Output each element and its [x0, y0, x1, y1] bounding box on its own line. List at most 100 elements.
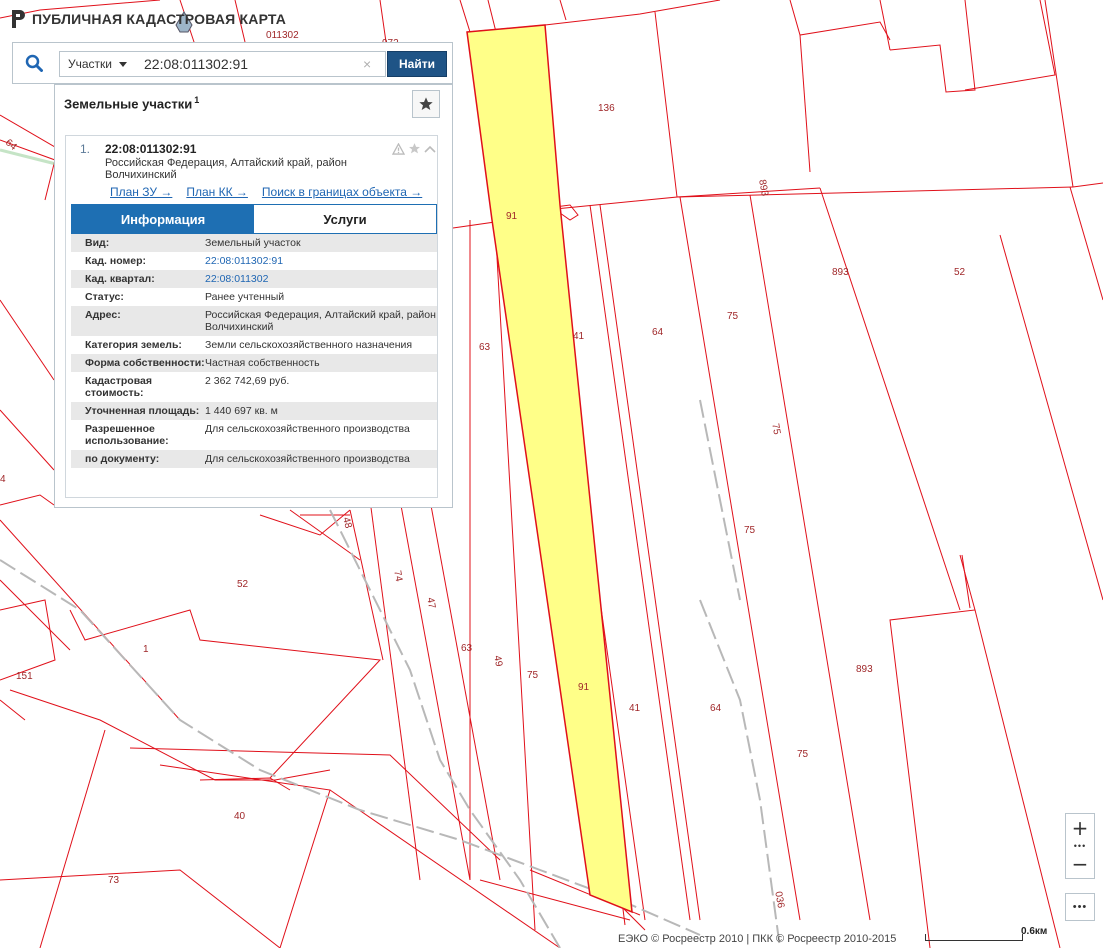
plot-label: 41 — [573, 331, 585, 342]
cad-number-link[interactable]: 22:08:011302:91 — [205, 252, 437, 270]
quarter-label: 011302 — [266, 30, 299, 41]
favorites-button[interactable] — [412, 90, 440, 118]
chevron-up-icon[interactable] — [424, 144, 436, 154]
plot-label: 64 — [710, 703, 722, 714]
plot-label: 1 — [143, 644, 149, 655]
search-icon[interactable] — [13, 43, 55, 83]
table-row: по документу: Для сельскохозяйственного п… — [71, 450, 437, 468]
search-bar: Участки × Найти — [12, 42, 453, 84]
result-address: Российская Федерация, Алтайский край, ра… — [105, 157, 347, 181]
star-icon[interactable] — [408, 142, 421, 155]
result-index: 1. — [80, 142, 91, 156]
plot-label: 75 — [527, 670, 539, 681]
plot-label: 52 — [954, 267, 966, 278]
more-tools-button[interactable]: ••• — [1065, 893, 1095, 921]
plot-label: 893 — [832, 267, 849, 278]
zoom-control: + ••• − — [1065, 813, 1095, 879]
results-panel: Земельные участки 1 1. 22:08:011302:91 Ро… — [54, 84, 453, 508]
plot-label: 91 — [506, 211, 518, 222]
table-row: Кад. квартал: 22:08:011302 — [71, 270, 437, 288]
plot-label: 63 — [461, 643, 473, 654]
zoom-dots: ••• — [1073, 841, 1087, 851]
app-title: ПУБЛИЧНАЯ КАДАСТРОВАЯ КАРТА — [32, 11, 287, 27]
search-within-link[interactable]: Поиск в границах объекта → — [262, 185, 422, 199]
plan-zu-link[interactable]: План ЗУ → — [110, 185, 172, 199]
attribution: ЕЭКО © Росреестр 2010 | ПКК © Росреестр … — [618, 933, 897, 945]
chevron-down-icon — [119, 62, 127, 67]
field-label: Кад. квартал: — [85, 273, 155, 285]
zoom-in-button[interactable]: + — [1066, 814, 1094, 842]
tab-information[interactable]: Информация — [72, 205, 254, 233]
field-value: Для сельскохозяйственного производства — [205, 453, 410, 465]
plot-label: 75 — [744, 525, 756, 536]
plot-label: 91 — [578, 682, 590, 693]
field-label: Категория земель: — [85, 339, 182, 351]
plot-label: 52 — [237, 579, 249, 590]
field-value: 2 362 742,69 руб. — [205, 375, 290, 387]
field-label: Адрес: — [85, 309, 121, 321]
field-value: Частная собственность — [205, 357, 320, 369]
field-value: Для сельскохозяйственного производства — [205, 423, 410, 435]
plot-label: 75 — [769, 423, 782, 436]
warning-icon[interactable] — [392, 142, 405, 155]
plot-label: 136 — [598, 103, 615, 114]
plot-label: 40 — [234, 811, 246, 822]
plot-label: 73 — [108, 875, 120, 886]
star-icon — [419, 97, 433, 110]
zoom-out-button[interactable]: − — [1066, 850, 1094, 878]
result-cad-number[interactable]: 22:08:011302:91 — [105, 142, 196, 156]
plot-label: 74 — [391, 570, 404, 583]
field-label: Разрешенное использование: — [85, 423, 169, 447]
table-row: Разрешенное использование: Для сельскохоз… — [71, 420, 437, 450]
table-row: Кад. номер: 22:08:011302:91 — [71, 252, 437, 270]
table-row: Форма собственности: Частная собственност… — [71, 354, 437, 372]
field-value: Земли сельскохозяйственного назначения — [205, 339, 413, 351]
table-row: Уточненная площадь: 1 440 697 кв. м — [71, 402, 437, 420]
field-value: 1 440 697 кв. м — [205, 405, 278, 417]
field-label: Кадастровая стоимость: — [85, 375, 152, 399]
table-row: Адрес: Российская Федерация, Алтайский кр… — [71, 306, 437, 336]
plot-label: 151 — [16, 671, 33, 682]
highlighted-plot[interactable] — [466, 24, 633, 914]
search-type-select[interactable]: Участки — [59, 51, 135, 77]
plot-label: 4 — [0, 474, 6, 485]
scale-label: 0.6км — [1021, 926, 1048, 937]
result-item: 1. 22:08:011302:91 Российская Федерация,… — [65, 135, 438, 498]
results-heading-text: Земельные участки — [64, 96, 193, 112]
results-count: 1 — [194, 95, 200, 105]
table-row: Вид: Земельный участок — [71, 234, 437, 252]
results-heading: Земельные участки 1 — [64, 95, 199, 111]
plot-label: 63 — [479, 342, 491, 353]
app-header: ПУБЛИЧНАЯ КАДАСТРОВАЯ КАРТА — [10, 8, 286, 30]
info-table: Вид: Земельный участок Кад. номер: 22:08:0… — [71, 234, 437, 468]
field-label: Кад. номер: — [85, 255, 147, 267]
field-value: Ранее учтенный — [205, 291, 285, 303]
plot-label: 75 — [797, 749, 809, 760]
plot-label: 64 — [652, 327, 664, 338]
cad-quarter-link[interactable]: 22:08:011302 — [205, 270, 437, 288]
scale-bar — [925, 934, 1023, 941]
field-label: Статус: — [85, 291, 124, 303]
field-value: Земельный участок — [205, 237, 301, 249]
clear-icon[interactable]: × — [363, 55, 371, 73]
result-links: План ЗУ → План КК → Поиск в границах объ… — [110, 185, 422, 199]
logo-icon — [12, 10, 25, 28]
plot-label: 75 — [727, 311, 739, 322]
field-label: Уточненная площадь: — [85, 405, 200, 417]
table-row: Кадастровая стоимость: 2 362 742,69 руб. — [71, 372, 437, 402]
tab-services[interactable]: Услуги — [254, 205, 436, 233]
search-input[interactable] — [134, 51, 386, 77]
table-row: Статус: Ранее учтенный — [71, 288, 437, 306]
plot-label: 49 — [491, 655, 504, 668]
find-button[interactable]: Найти — [387, 51, 447, 77]
plan-kk-link[interactable]: План КК → — [186, 185, 248, 199]
table-row: Категория земель: Земли сельскохозяйствен… — [71, 336, 437, 354]
result-tabs: Информация Услуги — [71, 204, 437, 234]
plot-label: 41 — [629, 703, 641, 714]
plot-label: 47 — [424, 597, 437, 610]
field-label: Вид: — [85, 237, 110, 249]
plot-label: 48 — [340, 516, 354, 530]
field-label: Форма собственности: — [85, 357, 205, 369]
field-value: Российская Федерация, Алтайский край, ра… — [205, 309, 436, 333]
field-label: по документу: — [85, 453, 160, 465]
